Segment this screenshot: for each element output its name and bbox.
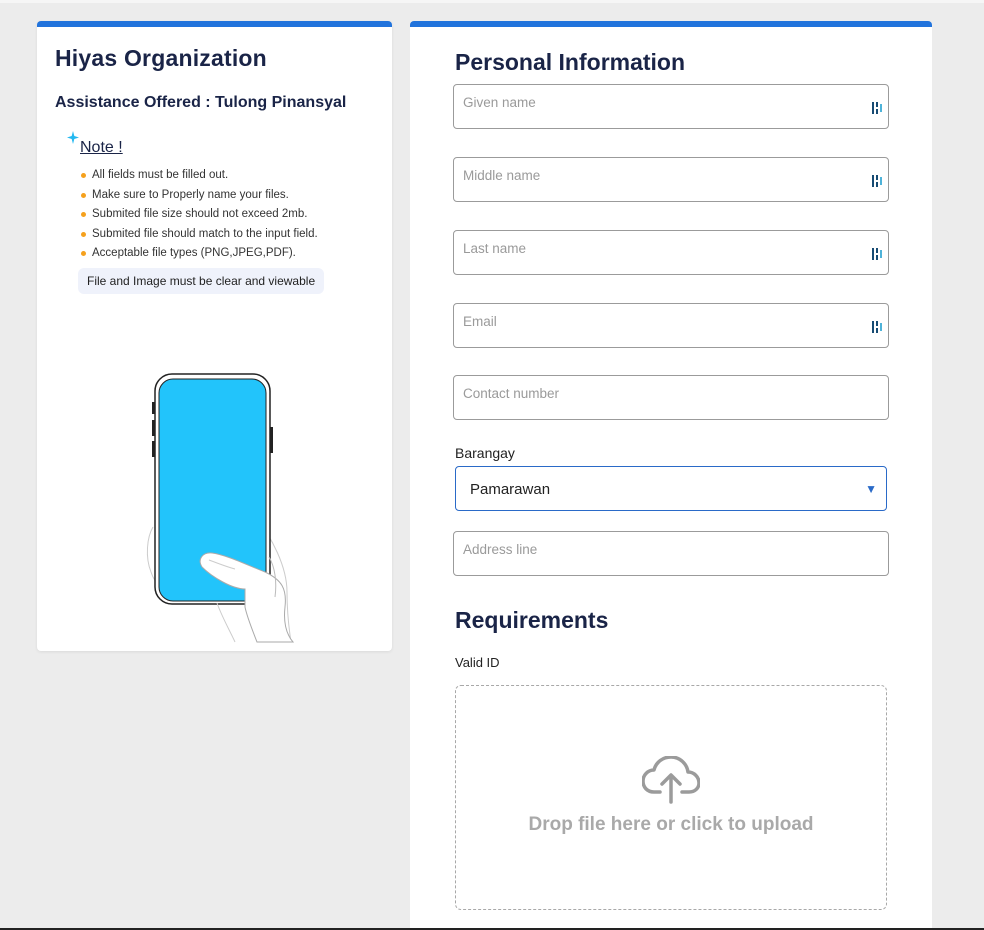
- note-list: All fields must be filled out. Make sure…: [79, 166, 318, 264]
- autofill-icon[interactable]: [872, 247, 884, 261]
- barangay-value: Pamarawan: [470, 481, 551, 498]
- address-line-placeholder: Address line: [463, 542, 538, 557]
- contact-number-input[interactable]: Contact number: [453, 375, 889, 420]
- barangay-select[interactable]: Pamarawan ▼: [455, 466, 887, 511]
- given-name-input[interactable]: Given name: [453, 84, 889, 129]
- email-input[interactable]: Email: [453, 303, 889, 348]
- note-item: Make sure to Properly name your files.: [79, 186, 318, 206]
- phone-illustration: [146, 373, 295, 643]
- chevron-down-icon: ▼: [865, 482, 877, 496]
- instructions-card: Hiyas Organization Assistance Offered : …: [37, 21, 392, 651]
- page-top-strip: [0, 0, 984, 3]
- note-title: Note !: [80, 139, 123, 156]
- last-name-placeholder: Last name: [463, 241, 527, 256]
- note-item: Submited file size should not exceed 2mb…: [79, 205, 318, 225]
- clear-notice: File and Image must be clear and viewabl…: [78, 268, 325, 294]
- dropzone-text: Drop file here or click to upload: [528, 814, 814, 835]
- sparkle-icon: [67, 131, 79, 144]
- given-name-placeholder: Given name: [463, 95, 536, 110]
- middle-name-input[interactable]: Middle name: [453, 157, 889, 202]
- autofill-icon[interactable]: [872, 101, 884, 115]
- autofill-icon[interactable]: [872, 320, 884, 334]
- email-placeholder: Email: [463, 314, 497, 329]
- autofill-icon[interactable]: [872, 174, 884, 188]
- address-line-input[interactable]: Address line: [453, 531, 889, 576]
- last-name-input[interactable]: Last name: [453, 230, 889, 275]
- organization-title: Hiyas Organization: [55, 45, 267, 71]
- personal-info-title: Personal Information: [455, 49, 686, 75]
- note-item: All fields must be filled out.: [79, 166, 318, 186]
- cloud-upload-icon: [642, 756, 700, 804]
- application-form-card: Personal Information Given name Middle n…: [410, 21, 932, 930]
- barangay-label: Barangay: [455, 445, 515, 461]
- requirements-title: Requirements: [455, 607, 609, 633]
- assistance-offered: Assistance Offered : Tulong Pinansyal: [55, 94, 347, 111]
- middle-name-placeholder: Middle name: [463, 168, 541, 183]
- valid-id-dropzone[interactable]: Drop file here or click to upload: [455, 685, 887, 910]
- contact-number-placeholder: Contact number: [463, 386, 560, 401]
- note-item: Submited file should match to the input …: [79, 225, 318, 245]
- valid-id-label: Valid ID: [455, 655, 500, 670]
- note-item: Acceptable file types (PNG,JPEG,PDF).: [79, 244, 318, 264]
